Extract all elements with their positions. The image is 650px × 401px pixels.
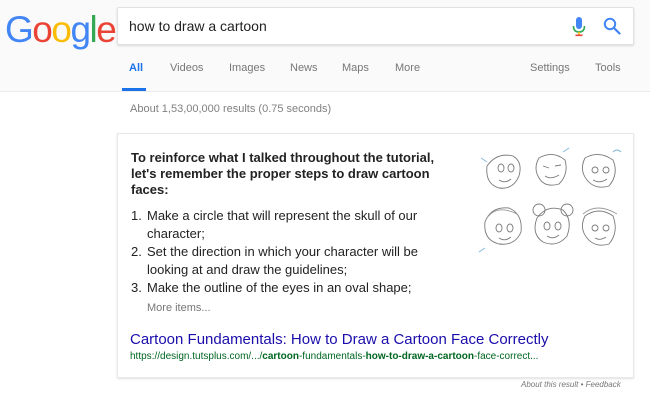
url-prefix: https://design.tutsplus.com/.../ bbox=[130, 351, 263, 362]
search-input[interactable] bbox=[129, 8, 549, 44]
cartoon-faces-image[interactable] bbox=[477, 144, 625, 266]
snippet-heading: To reinforce what I talked throughout th… bbox=[131, 150, 435, 197]
search-tabs: All Videos Images News Maps More Setting… bbox=[0, 53, 650, 91]
footer-separator: • bbox=[578, 380, 586, 389]
step-number: 3. bbox=[131, 280, 142, 295]
step-number: 1. bbox=[131, 208, 142, 223]
logo-letter: e bbox=[96, 9, 117, 50]
logo-letter: g bbox=[70, 9, 91, 50]
url-middle: -fundamentals- bbox=[298, 351, 366, 362]
list-item: 2. Set the direction in which your chara… bbox=[131, 243, 461, 279]
tab-news[interactable]: News bbox=[290, 62, 318, 74]
tab-images[interactable]: Images bbox=[229, 62, 265, 74]
list-item: 3. Make the outline of the eyes in an ov… bbox=[131, 279, 461, 297]
header: Google All Videos Images News Maps More … bbox=[0, 0, 650, 92]
mic-icon[interactable] bbox=[572, 17, 586, 37]
tab-tools[interactable]: Tools bbox=[595, 62, 621, 74]
google-logo[interactable]: Google bbox=[5, 9, 117, 50]
result-footer: About this result • Feedback bbox=[521, 380, 621, 389]
logo-letter: o bbox=[32, 9, 53, 50]
url-bold: how-to-draw-a-cartoon bbox=[365, 351, 474, 362]
step-text: Make the outline of the eyes in an oval … bbox=[147, 280, 412, 295]
logo-letter: o bbox=[51, 9, 72, 50]
search-icon[interactable] bbox=[603, 17, 621, 35]
url-bold: cartoon bbox=[262, 351, 299, 362]
step-text: Make a circle that will represent the sk… bbox=[147, 208, 418, 241]
step-text: Set the direction in which your characte… bbox=[147, 244, 418, 277]
search-box bbox=[117, 7, 634, 45]
result-title-link[interactable]: Cartoon Fundamentals: How to Draw a Cart… bbox=[130, 331, 549, 348]
feedback-link[interactable]: Feedback bbox=[586, 380, 621, 389]
tab-all[interactable]: All bbox=[129, 62, 143, 74]
logo-letter: G bbox=[5, 9, 34, 50]
snippet-steps: 1. Make a circle that will represent the… bbox=[131, 207, 461, 297]
result-url[interactable]: https://design.tutsplus.com/.../cartoon-… bbox=[130, 351, 538, 362]
list-item: 1. Make a circle that will represent the… bbox=[131, 207, 461, 243]
active-tab-indicator bbox=[122, 88, 146, 91]
tab-more[interactable]: More bbox=[395, 62, 420, 74]
tab-videos[interactable]: Videos bbox=[170, 62, 203, 74]
tab-settings[interactable]: Settings bbox=[530, 62, 570, 74]
url-suffix: -face-correct... bbox=[474, 351, 539, 362]
step-number: 2. bbox=[131, 244, 142, 259]
more-items-link[interactable]: More items... bbox=[147, 302, 211, 314]
logo-letter: l bbox=[89, 9, 98, 50]
tab-maps[interactable]: Maps bbox=[342, 62, 369, 74]
about-result-link[interactable]: About this result bbox=[521, 380, 578, 389]
featured-snippet: To reinforce what I talked throughout th… bbox=[117, 133, 634, 378]
result-stats: About 1,53,00,000 results (0.75 seconds) bbox=[130, 103, 332, 115]
